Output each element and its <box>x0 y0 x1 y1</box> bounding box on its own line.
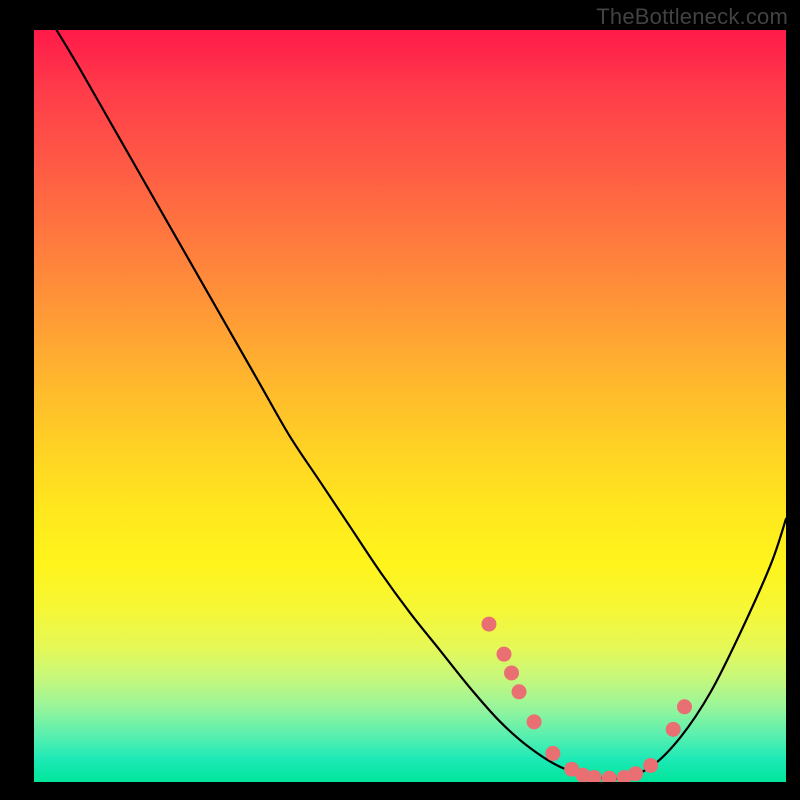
marker-dot <box>628 766 643 781</box>
watermark-text: TheBottleneck.com <box>596 4 788 30</box>
marker-dot <box>643 758 658 773</box>
marker-dot <box>481 617 496 632</box>
marker-dot <box>545 746 560 761</box>
bottleneck-curve <box>57 30 786 779</box>
marker-dot <box>527 714 542 729</box>
marker-dot <box>497 647 512 662</box>
marker-dot <box>677 699 692 714</box>
marker-dot <box>512 684 527 699</box>
plot-area <box>34 30 786 782</box>
marker-dot <box>602 771 617 782</box>
marker-dot <box>504 665 519 680</box>
curve-svg <box>34 30 786 782</box>
marker-group <box>481 617 692 782</box>
chart-container: TheBottleneck.com <box>0 0 800 800</box>
marker-dot <box>666 722 681 737</box>
